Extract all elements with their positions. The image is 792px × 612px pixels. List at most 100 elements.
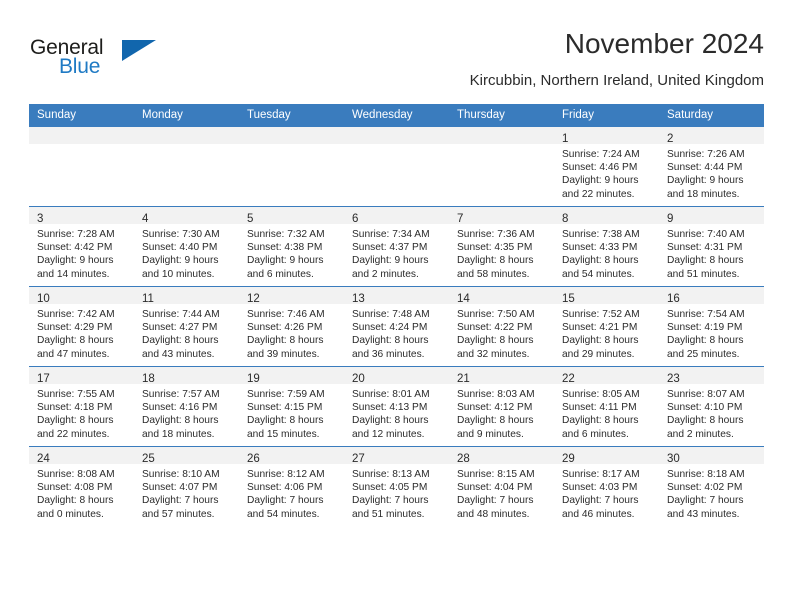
daylight-line-1: Daylight: 9 hours (37, 255, 114, 267)
day-number: 25 (142, 453, 155, 465)
sunrise-line: Sunrise: 7:36 AM (457, 229, 535, 240)
calendar-day-cell[interactable]: 6 Sunrise: 7:34 AM Sunset: 4:37 PM Daylight… (344, 206, 449, 287)
sunset-line: Sunset: 4:15 PM (247, 402, 323, 414)
day-number-bar (344, 127, 449, 144)
calendar-week-row: 10 Sunrise: 7:42 AM Sunset: 4:29 PM Dayligh… (29, 286, 764, 367)
daylight-line-2: and 46 minutes. (562, 508, 635, 520)
sunrise-line: Sunrise: 7:34 AM (352, 229, 430, 240)
sunrise-line: Sunrise: 8:18 AM (667, 469, 745, 480)
sunrise-line: Sunrise: 8:07 AM (667, 389, 745, 400)
sunrise-line: Sunrise: 8:03 AM (457, 389, 535, 400)
day-number-bar: 3 (29, 207, 134, 225)
day-number-bar: 15 (554, 287, 659, 305)
daylight-line-2: and 48 minutes. (457, 508, 530, 520)
day-number-bar: 29 (554, 447, 659, 465)
sunset-line: Sunset: 4:05 PM (352, 482, 428, 494)
calendar-day-cell[interactable]: 17 Sunrise: 7:55 AM Sunset: 4:18 PM Dayligh… (29, 366, 134, 447)
daylight-line-1: Daylight: 9 hours (562, 175, 639, 187)
calendar-day-cell[interactable]: 13 Sunrise: 7:48 AM Sunset: 4:24 PM Dayligh… (344, 286, 449, 367)
calendar-day-cell[interactable]: 24 Sunrise: 8:08 AM Sunset: 4:08 PM Dayligh… (29, 446, 134, 526)
calendar-day-cell[interactable]: 11 Sunrise: 7:44 AM Sunset: 4:27 PM Dayligh… (134, 286, 239, 367)
calendar-day-cell[interactable]: 8 Sunrise: 7:38 AM Sunset: 4:33 PM Daylight… (554, 206, 659, 287)
day-number-bar (239, 127, 344, 144)
day-number-bar: 26 (239, 447, 344, 465)
daylight-line-1: Daylight: 8 hours (667, 415, 744, 427)
calendar-day-cell[interactable]: 9 Sunrise: 7:40 AM Sunset: 4:31 PM Daylight… (659, 206, 764, 287)
calendar-day-cell[interactable]: 10 Sunrise: 7:42 AM Sunset: 4:29 PM Dayligh… (29, 286, 134, 367)
sunset-line: Sunset: 4:11 PM (562, 402, 637, 414)
weekday-header-tuesday: Tuesday (239, 104, 344, 127)
day-detail-block: Sunrise: 7:48 AM Sunset: 4:24 PM Daylight:… (344, 304, 449, 361)
day-detail-block: Sunrise: 7:42 AM Sunset: 4:29 PM Daylight:… (29, 304, 134, 361)
page-header: General Blue November 2024 Kircubbin, No… (30, 28, 764, 100)
daylight-line-2: and 43 minutes. (667, 508, 740, 520)
page-subtitle: Kircubbin, Northern Ireland, United King… (469, 72, 764, 89)
general-blue-logo[interactable]: General Blue (30, 36, 180, 84)
day-number-bar: 21 (449, 367, 554, 385)
sunset-line: Sunset: 4:07 PM (142, 482, 218, 494)
calendar-day-cell[interactable]: 27 Sunrise: 8:13 AM Sunset: 4:05 PM Dayligh… (344, 446, 449, 526)
calendar-day-cell[interactable]: 20 Sunrise: 8:01 AM Sunset: 4:13 PM Dayligh… (344, 366, 449, 447)
sunrise-line: Sunrise: 8:10 AM (142, 469, 220, 480)
day-number: 7 (457, 213, 464, 225)
daylight-line-2: and 54 minutes. (247, 508, 320, 520)
calendar-day-cell[interactable]: 14 Sunrise: 7:50 AM Sunset: 4:22 PM Dayligh… (449, 286, 554, 367)
calendar-day-cell[interactable]: 7 Sunrise: 7:36 AM Sunset: 4:35 PM Daylight… (449, 206, 554, 287)
day-number-bar: 13 (344, 287, 449, 305)
calendar-day-cell[interactable]: 15 Sunrise: 7:52 AM Sunset: 4:21 PM Dayligh… (554, 286, 659, 367)
daylight-line-1: Daylight: 8 hours (37, 335, 114, 347)
sunrise-line: Sunrise: 7:55 AM (37, 389, 115, 400)
calendar-day-cell[interactable]: 28 Sunrise: 8:15 AM Sunset: 4:04 PM Dayligh… (449, 446, 554, 526)
daylight-line-2: and 43 minutes. (142, 348, 215, 360)
daylight-line-2: and 57 minutes. (142, 508, 215, 520)
day-number-bar: 9 (659, 207, 764, 225)
sunrise-line: Sunrise: 8:01 AM (352, 389, 430, 400)
daylight-line-1: Daylight: 8 hours (667, 255, 744, 267)
calendar-day-cell[interactable]: 30 Sunrise: 8:18 AM Sunset: 4:02 PM Dayligh… (659, 446, 764, 526)
sunrise-line: Sunrise: 7:42 AM (37, 309, 115, 320)
calendar-day-cell[interactable]: 25 Sunrise: 8:10 AM Sunset: 4:07 PM Dayligh… (134, 446, 239, 526)
sunset-line: Sunset: 4:02 PM (667, 482, 743, 494)
day-number-bar: 20 (344, 367, 449, 385)
sunrise-line: Sunrise: 7:28 AM (37, 229, 115, 240)
calendar-day-cell[interactable]: 22 Sunrise: 8:05 AM Sunset: 4:11 PM Dayligh… (554, 366, 659, 447)
sunset-line: Sunset: 4:27 PM (142, 322, 218, 334)
logo-triangle-icon (122, 40, 156, 61)
weekday-header-wednesday: Wednesday (344, 104, 449, 127)
sunset-line: Sunset: 4:42 PM (37, 242, 113, 254)
weekday-header-monday: Monday (134, 104, 239, 127)
daylight-line-1: Daylight: 7 hours (142, 495, 219, 507)
sunset-line: Sunset: 4:22 PM (457, 322, 533, 334)
calendar-day-cell[interactable]: 29 Sunrise: 8:17 AM Sunset: 4:03 PM Dayligh… (554, 446, 659, 526)
day-number-bar: 1 (554, 127, 659, 145)
daylight-line-2: and 10 minutes. (142, 268, 215, 280)
calendar-day-cell[interactable]: 12 Sunrise: 7:46 AM Sunset: 4:26 PM Dayligh… (239, 286, 344, 367)
sunset-line: Sunset: 4:26 PM (247, 322, 323, 334)
day-detail-block: Sunrise: 8:03 AM Sunset: 4:12 PM Daylight:… (449, 384, 554, 441)
sunrise-line: Sunrise: 8:17 AM (562, 469, 640, 480)
day-detail-block: Sunrise: 7:30 AM Sunset: 4:40 PM Daylight:… (134, 224, 239, 281)
calendar-day-cell[interactable]: 3 Sunrise: 7:28 AM Sunset: 4:42 PM Daylight… (29, 206, 134, 287)
calendar-day-cell[interactable]: 19 Sunrise: 7:59 AM Sunset: 4:15 PM Dayligh… (239, 366, 344, 447)
calendar-day-cell[interactable]: 2 Sunrise: 7:26 AM Sunset: 4:44 PM Daylight… (659, 126, 764, 207)
calendar-day-cell[interactable]: 4 Sunrise: 7:30 AM Sunset: 4:40 PM Daylight… (134, 206, 239, 287)
day-number-bar: 25 (134, 447, 239, 465)
day-detail-block: Sunrise: 7:55 AM Sunset: 4:18 PM Daylight:… (29, 384, 134, 441)
day-detail-block (449, 144, 554, 148)
day-detail-block (134, 144, 239, 148)
calendar-day-cell[interactable]: 18 Sunrise: 7:57 AM Sunset: 4:16 PM Dayligh… (134, 366, 239, 447)
day-number-bar: 23 (659, 367, 764, 385)
calendar-day-cell[interactable]: 26 Sunrise: 8:12 AM Sunset: 4:06 PM Dayligh… (239, 446, 344, 526)
daylight-line-1: Daylight: 9 hours (667, 175, 744, 187)
calendar-day-cell[interactable]: 1 Sunrise: 7:24 AM Sunset: 4:46 PM Daylight… (554, 126, 659, 207)
calendar-day-cell[interactable]: 21 Sunrise: 8:03 AM Sunset: 4:12 PM Dayligh… (449, 366, 554, 447)
daylight-line-2: and 58 minutes. (457, 268, 530, 280)
daylight-line-2: and 18 minutes. (667, 188, 740, 200)
calendar-day-cell[interactable]: 5 Sunrise: 7:32 AM Sunset: 4:38 PM Daylight… (239, 206, 344, 287)
day-number: 16 (667, 293, 680, 305)
daylight-line-2: and 0 minutes. (37, 508, 104, 520)
day-number-bar (449, 127, 554, 144)
calendar-day-cell[interactable]: 16 Sunrise: 7:54 AM Sunset: 4:19 PM Dayligh… (659, 286, 764, 367)
day-detail-block: Sunrise: 7:57 AM Sunset: 4:16 PM Daylight:… (134, 384, 239, 441)
calendar-day-cell[interactable]: 23 Sunrise: 8:07 AM Sunset: 4:10 PM Dayligh… (659, 366, 764, 447)
